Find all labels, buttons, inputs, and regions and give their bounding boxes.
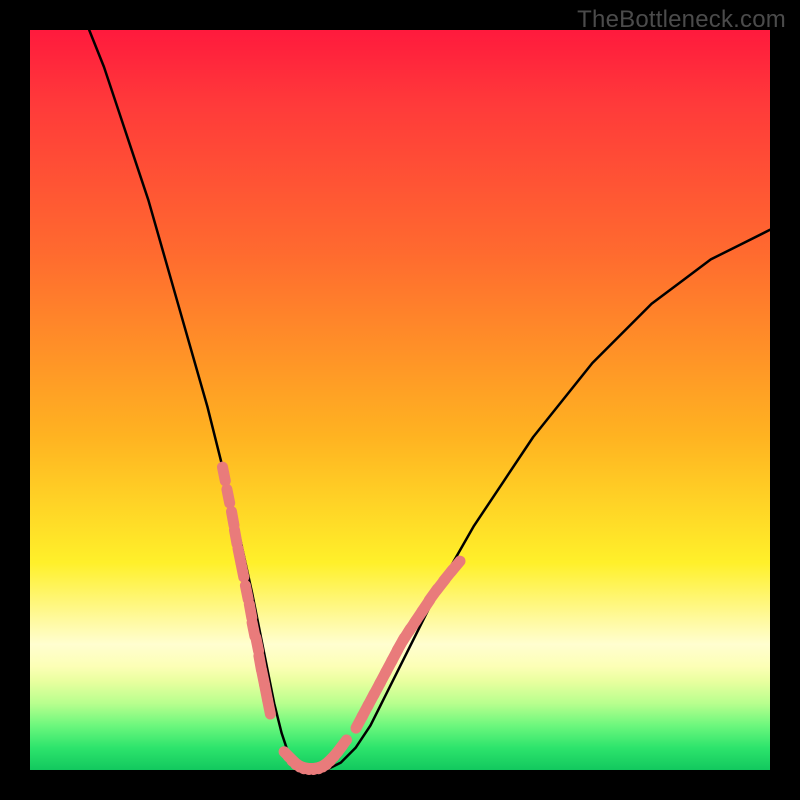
curve-layer bbox=[30, 30, 770, 770]
highlight-dash bbox=[241, 563, 244, 577]
highlight-dash bbox=[268, 700, 271, 714]
highlight-dots-right bbox=[356, 561, 460, 728]
highlight-dash bbox=[227, 489, 230, 503]
bottleneck-curve bbox=[89, 30, 770, 770]
highlight-dash bbox=[451, 561, 460, 572]
highlight-dash bbox=[245, 586, 248, 600]
highlight-dash bbox=[232, 512, 235, 526]
chart-frame: TheBottleneck.com bbox=[0, 0, 800, 800]
plot-area bbox=[30, 30, 770, 770]
highlight-dash bbox=[338, 740, 346, 751]
highlight-dots-left bbox=[223, 467, 271, 714]
highlight-dash bbox=[256, 637, 259, 651]
highlight-dash bbox=[223, 467, 226, 481]
highlight-dash bbox=[235, 530, 238, 544]
highlight-dash bbox=[249, 604, 252, 618]
